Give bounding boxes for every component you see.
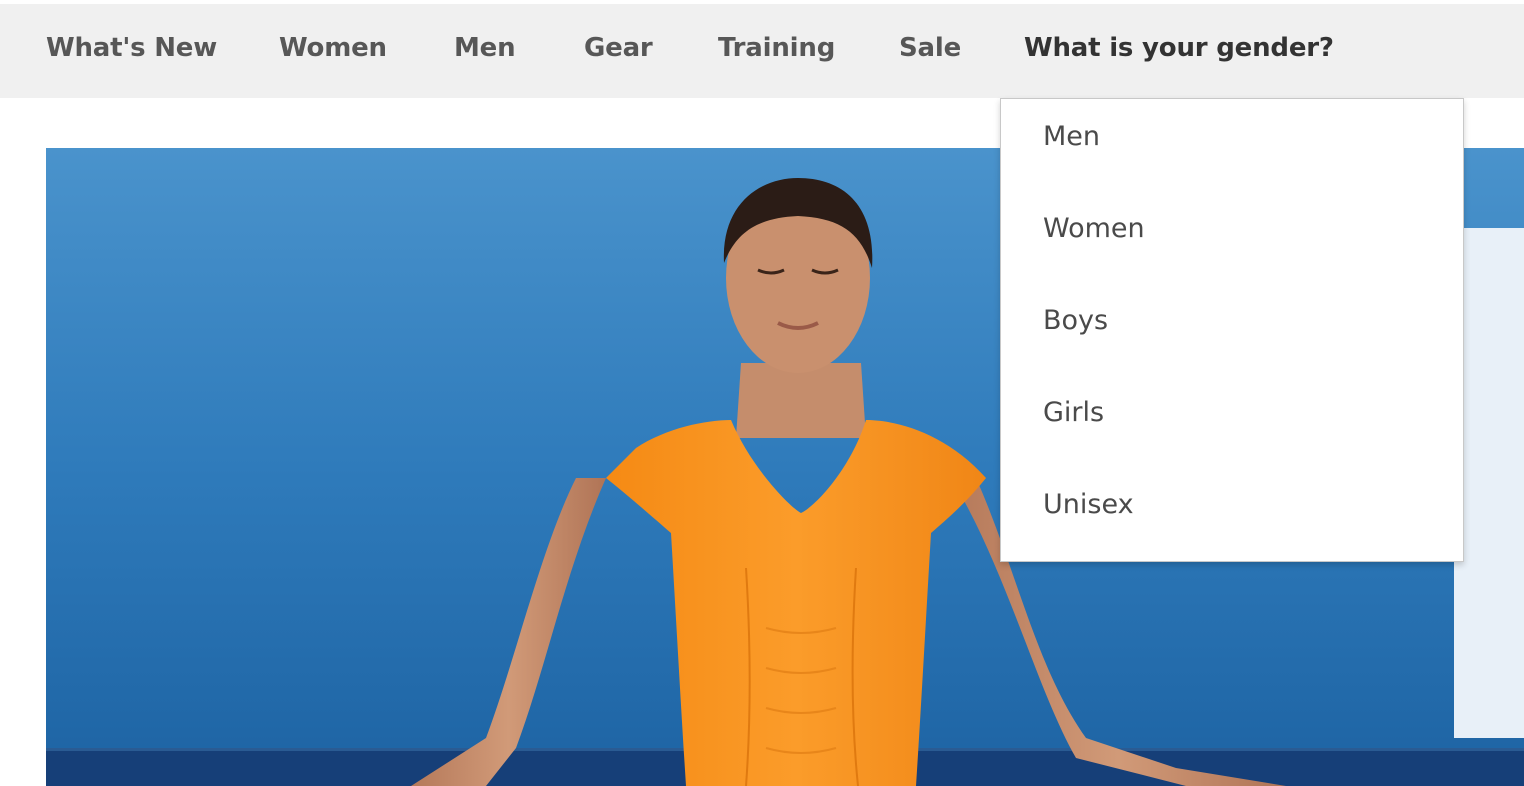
gender-option-men[interactable]: Men — [1043, 121, 1100, 152]
gender-dropdown-menu: Men Women Boys Girls Unisex — [1000, 98, 1464, 562]
nav-item-whats-new[interactable]: What's New — [46, 33, 217, 63]
gender-option-girls[interactable]: Girls — [1043, 397, 1104, 428]
nav-item-sale[interactable]: Sale — [899, 33, 961, 63]
promo-side-panel — [1454, 228, 1524, 738]
gender-option-women[interactable]: Women — [1043, 213, 1145, 244]
main-navigation: What's New Women Men Gear Training Sale … — [0, 4, 1524, 98]
nav-item-gender-select[interactable]: What is your gender? — [1024, 33, 1334, 63]
gender-option-boys[interactable]: Boys — [1043, 305, 1108, 336]
nav-item-training[interactable]: Training — [718, 33, 835, 63]
gender-option-unisex[interactable]: Unisex — [1043, 489, 1134, 520]
nav-item-gear[interactable]: Gear — [584, 33, 653, 63]
page: What's New Women Men Gear Training Sale … — [0, 0, 1524, 786]
nav-item-women[interactable]: Women — [279, 33, 387, 63]
nav-item-men[interactable]: Men — [454, 33, 516, 63]
